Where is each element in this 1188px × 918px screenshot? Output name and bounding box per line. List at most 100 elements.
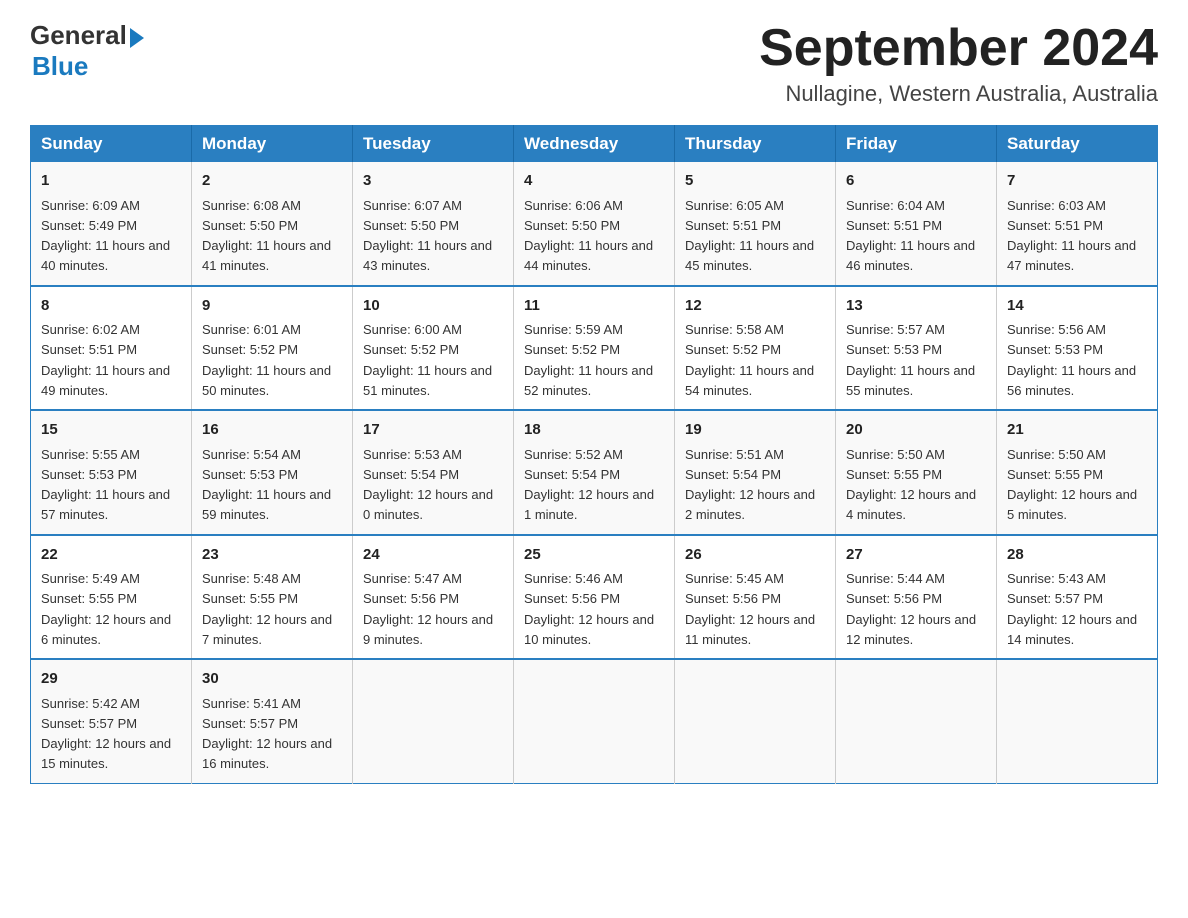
calendar-cell <box>997 659 1158 783</box>
calendar-cell: 22 Sunrise: 5:49 AMSunset: 5:55 PMDaylig… <box>31 535 192 660</box>
day-header-sunday: Sunday <box>31 126 192 163</box>
day-info: Sunrise: 6:07 AMSunset: 5:50 PMDaylight:… <box>363 198 492 274</box>
calendar-cell: 21 Sunrise: 5:50 AMSunset: 5:55 PMDaylig… <box>997 410 1158 535</box>
day-number: 8 <box>41 295 181 318</box>
day-number: 17 <box>363 419 503 442</box>
calendar-cell <box>514 659 675 783</box>
day-info: Sunrise: 5:54 AMSunset: 5:53 PMDaylight:… <box>202 447 331 523</box>
day-number: 12 <box>685 295 825 318</box>
day-info: Sunrise: 6:04 AMSunset: 5:51 PMDaylight:… <box>846 198 975 274</box>
day-number: 16 <box>202 419 342 442</box>
page-header: General Blue September 2024 Nullagine, W… <box>30 20 1158 107</box>
calendar-cell: 24 Sunrise: 5:47 AMSunset: 5:56 PMDaylig… <box>353 535 514 660</box>
calendar-cell: 3 Sunrise: 6:07 AMSunset: 5:50 PMDayligh… <box>353 162 514 286</box>
day-info: Sunrise: 5:49 AMSunset: 5:55 PMDaylight:… <box>41 571 171 647</box>
day-number: 28 <box>1007 544 1147 567</box>
calendar-table: SundayMondayTuesdayWednesdayThursdayFrid… <box>30 125 1158 784</box>
calendar-cell: 28 Sunrise: 5:43 AMSunset: 5:57 PMDaylig… <box>997 535 1158 660</box>
day-info: Sunrise: 6:09 AMSunset: 5:49 PMDaylight:… <box>41 198 170 274</box>
day-info: Sunrise: 5:42 AMSunset: 5:57 PMDaylight:… <box>41 696 171 772</box>
title-area: September 2024 Nullagine, Western Austra… <box>759 20 1158 107</box>
calendar-cell: 13 Sunrise: 5:57 AMSunset: 5:53 PMDaylig… <box>836 286 997 411</box>
day-info: Sunrise: 6:06 AMSunset: 5:50 PMDaylight:… <box>524 198 653 274</box>
header-row: SundayMondayTuesdayWednesdayThursdayFrid… <box>31 126 1158 163</box>
day-number: 26 <box>685 544 825 567</box>
calendar-cell: 18 Sunrise: 5:52 AMSunset: 5:54 PMDaylig… <box>514 410 675 535</box>
day-number: 21 <box>1007 419 1147 442</box>
week-row-2: 8 Sunrise: 6:02 AMSunset: 5:51 PMDayligh… <box>31 286 1158 411</box>
day-number: 10 <box>363 295 503 318</box>
day-number: 18 <box>524 419 664 442</box>
day-info: Sunrise: 6:02 AMSunset: 5:51 PMDaylight:… <box>41 322 170 398</box>
day-number: 19 <box>685 419 825 442</box>
logo-text-general: General <box>30 20 127 51</box>
calendar-cell: 30 Sunrise: 5:41 AMSunset: 5:57 PMDaylig… <box>192 659 353 783</box>
day-info: Sunrise: 5:46 AMSunset: 5:56 PMDaylight:… <box>524 571 654 647</box>
calendar-cell: 26 Sunrise: 5:45 AMSunset: 5:56 PMDaylig… <box>675 535 836 660</box>
day-number: 1 <box>41 170 181 193</box>
day-info: Sunrise: 5:57 AMSunset: 5:53 PMDaylight:… <box>846 322 975 398</box>
day-header-saturday: Saturday <box>997 126 1158 163</box>
location-title: Nullagine, Western Australia, Australia <box>759 81 1158 107</box>
calendar-cell: 27 Sunrise: 5:44 AMSunset: 5:56 PMDaylig… <box>836 535 997 660</box>
calendar-cell: 15 Sunrise: 5:55 AMSunset: 5:53 PMDaylig… <box>31 410 192 535</box>
day-number: 15 <box>41 419 181 442</box>
week-row-5: 29 Sunrise: 5:42 AMSunset: 5:57 PMDaylig… <box>31 659 1158 783</box>
day-number: 22 <box>41 544 181 567</box>
calendar-cell: 8 Sunrise: 6:02 AMSunset: 5:51 PMDayligh… <box>31 286 192 411</box>
calendar-cell: 14 Sunrise: 5:56 AMSunset: 5:53 PMDaylig… <box>997 286 1158 411</box>
calendar-cell: 23 Sunrise: 5:48 AMSunset: 5:55 PMDaylig… <box>192 535 353 660</box>
day-number: 25 <box>524 544 664 567</box>
logo-text-blue: Blue <box>32 51 144 82</box>
day-header-monday: Monday <box>192 126 353 163</box>
day-info: Sunrise: 5:47 AMSunset: 5:56 PMDaylight:… <box>363 571 493 647</box>
day-number: 11 <box>524 295 664 318</box>
calendar-cell: 20 Sunrise: 5:50 AMSunset: 5:55 PMDaylig… <box>836 410 997 535</box>
calendar-cell: 1 Sunrise: 6:09 AMSunset: 5:49 PMDayligh… <box>31 162 192 286</box>
calendar-cell: 4 Sunrise: 6:06 AMSunset: 5:50 PMDayligh… <box>514 162 675 286</box>
day-number: 23 <box>202 544 342 567</box>
day-info: Sunrise: 5:51 AMSunset: 5:54 PMDaylight:… <box>685 447 815 523</box>
day-info: Sunrise: 6:00 AMSunset: 5:52 PMDaylight:… <box>363 322 492 398</box>
calendar-cell: 2 Sunrise: 6:08 AMSunset: 5:50 PMDayligh… <box>192 162 353 286</box>
day-number: 9 <box>202 295 342 318</box>
week-row-3: 15 Sunrise: 5:55 AMSunset: 5:53 PMDaylig… <box>31 410 1158 535</box>
calendar-cell <box>836 659 997 783</box>
calendar-cell: 19 Sunrise: 5:51 AMSunset: 5:54 PMDaylig… <box>675 410 836 535</box>
day-info: Sunrise: 5:58 AMSunset: 5:52 PMDaylight:… <box>685 322 814 398</box>
day-header-thursday: Thursday <box>675 126 836 163</box>
day-number: 6 <box>846 170 986 193</box>
day-info: Sunrise: 5:52 AMSunset: 5:54 PMDaylight:… <box>524 447 654 523</box>
day-info: Sunrise: 6:08 AMSunset: 5:50 PMDaylight:… <box>202 198 331 274</box>
calendar-cell: 10 Sunrise: 6:00 AMSunset: 5:52 PMDaylig… <box>353 286 514 411</box>
month-title: September 2024 <box>759 20 1158 77</box>
day-info: Sunrise: 5:50 AMSunset: 5:55 PMDaylight:… <box>846 447 976 523</box>
day-info: Sunrise: 5:41 AMSunset: 5:57 PMDaylight:… <box>202 696 332 772</box>
week-row-1: 1 Sunrise: 6:09 AMSunset: 5:49 PMDayligh… <box>31 162 1158 286</box>
day-info: Sunrise: 6:05 AMSunset: 5:51 PMDaylight:… <box>685 198 814 274</box>
day-header-friday: Friday <box>836 126 997 163</box>
day-info: Sunrise: 5:59 AMSunset: 5:52 PMDaylight:… <box>524 322 653 398</box>
day-info: Sunrise: 5:56 AMSunset: 5:53 PMDaylight:… <box>1007 322 1136 398</box>
day-number: 29 <box>41 668 181 691</box>
logo: General Blue <box>30 20 144 82</box>
calendar-cell: 17 Sunrise: 5:53 AMSunset: 5:54 PMDaylig… <box>353 410 514 535</box>
day-info: Sunrise: 5:55 AMSunset: 5:53 PMDaylight:… <box>41 447 170 523</box>
day-info: Sunrise: 5:44 AMSunset: 5:56 PMDaylight:… <box>846 571 976 647</box>
day-info: Sunrise: 5:48 AMSunset: 5:55 PMDaylight:… <box>202 571 332 647</box>
calendar-cell: 16 Sunrise: 5:54 AMSunset: 5:53 PMDaylig… <box>192 410 353 535</box>
day-header-tuesday: Tuesday <box>353 126 514 163</box>
day-number: 24 <box>363 544 503 567</box>
day-number: 20 <box>846 419 986 442</box>
day-number: 2 <box>202 170 342 193</box>
day-info: Sunrise: 5:53 AMSunset: 5:54 PMDaylight:… <box>363 447 493 523</box>
week-row-4: 22 Sunrise: 5:49 AMSunset: 5:55 PMDaylig… <box>31 535 1158 660</box>
day-info: Sunrise: 5:45 AMSunset: 5:56 PMDaylight:… <box>685 571 815 647</box>
day-number: 5 <box>685 170 825 193</box>
day-number: 3 <box>363 170 503 193</box>
calendar-cell: 9 Sunrise: 6:01 AMSunset: 5:52 PMDayligh… <box>192 286 353 411</box>
day-info: Sunrise: 6:01 AMSunset: 5:52 PMDaylight:… <box>202 322 331 398</box>
day-number: 27 <box>846 544 986 567</box>
logo-arrow-icon <box>130 28 144 48</box>
day-header-wednesday: Wednesday <box>514 126 675 163</box>
